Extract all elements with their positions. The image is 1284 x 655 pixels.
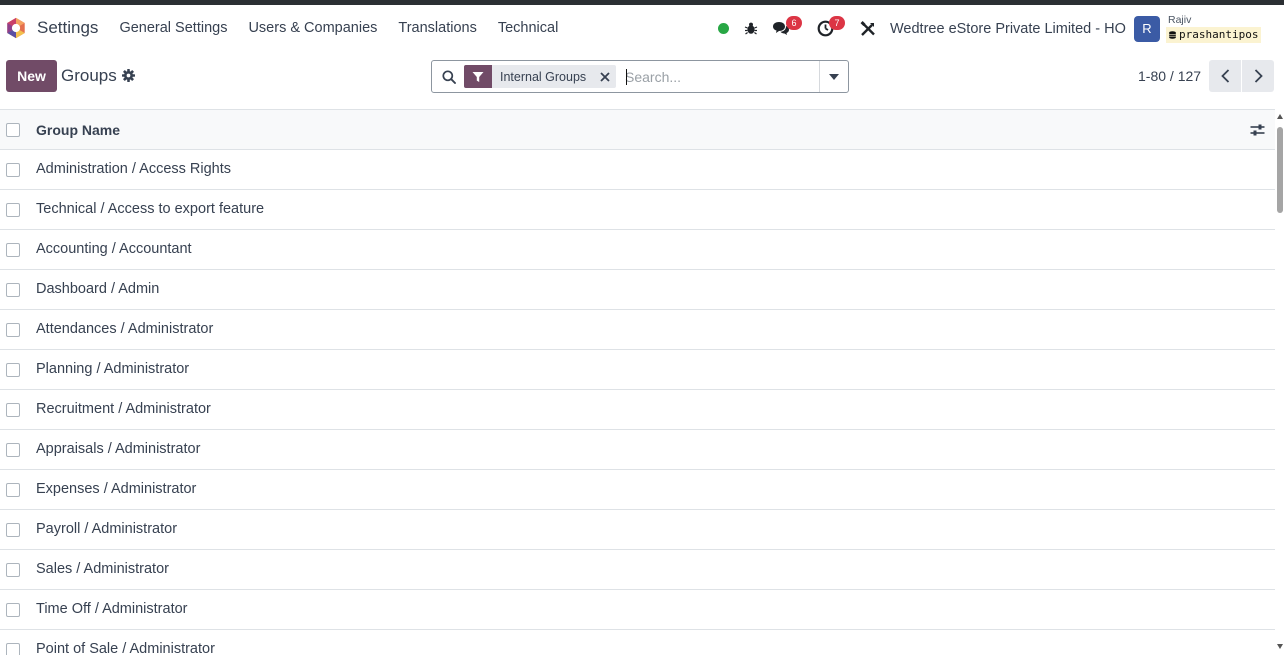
group-name-cell[interactable]: Dashboard / Admin	[36, 281, 159, 297]
group-name-cell[interactable]: Sales / Administrator	[36, 561, 169, 577]
table-row[interactable]: Point of Sale / Administrator	[0, 630, 1275, 655]
group-name-cell[interactable]: Appraisals / Administrator	[36, 441, 200, 457]
text-caret	[626, 69, 627, 85]
row-checkbox[interactable]	[6, 163, 20, 177]
menu-users-companies[interactable]: Users & Companies	[248, 20, 377, 36]
group-name-cell[interactable]: Point of Sale / Administrator	[36, 641, 215, 655]
search-options-toggle[interactable]	[819, 61, 848, 92]
group-name-cell[interactable]: Time Off / Administrator	[36, 601, 188, 617]
developer-tools-icon[interactable]	[860, 21, 876, 37]
table-row[interactable]: Accounting / Accountant	[0, 230, 1275, 270]
table-row[interactable]: Technical / Access to export feature	[0, 190, 1275, 230]
group-name-cell[interactable]: Expenses / Administrator	[36, 481, 196, 497]
search-input[interactable]	[625, 66, 815, 88]
app-logo-icon[interactable]	[5, 17, 27, 39]
column-header-group-name[interactable]: Group Name	[36, 122, 120, 138]
table-row[interactable]: Dashboard / Admin	[0, 270, 1275, 310]
row-checkbox[interactable]	[6, 643, 20, 655]
row-checkbox[interactable]	[6, 443, 20, 457]
app-brand[interactable]: Settings	[5, 17, 98, 39]
row-checkbox[interactable]	[6, 323, 20, 337]
table-row[interactable]: Recruitment / Administrator	[0, 390, 1275, 430]
database-badge: prashantipos	[1166, 27, 1262, 43]
group-name-cell[interactable]: Accounting / Accountant	[36, 241, 192, 257]
database-icon	[1169, 31, 1176, 39]
list-body: Administration / Access Rights Technical …	[0, 150, 1275, 655]
new-button[interactable]: New	[6, 60, 57, 92]
row-checkbox[interactable]	[6, 603, 20, 617]
scroll-up-arrow-icon[interactable]	[1277, 114, 1283, 119]
row-checkbox[interactable]	[6, 203, 20, 217]
groups-list: Group Name Administration / Access Right…	[0, 109, 1275, 655]
table-row[interactable]: Appraisals / Administrator	[0, 430, 1275, 470]
group-name-cell[interactable]: Recruitment / Administrator	[36, 401, 211, 417]
list-header: Group Name	[0, 110, 1275, 150]
group-name-cell[interactable]: Attendances / Administrator	[36, 321, 213, 337]
table-row[interactable]: Expenses / Administrator	[0, 470, 1275, 510]
table-row[interactable]: Sales / Administrator	[0, 550, 1275, 590]
pager-next-button[interactable]	[1242, 60, 1274, 92]
row-checkbox[interactable]	[6, 403, 20, 417]
group-name-cell[interactable]: Administration / Access Rights	[36, 161, 231, 177]
row-checkbox[interactable]	[6, 363, 20, 377]
menu-general-settings[interactable]: General Settings	[119, 20, 227, 36]
group-name-cell[interactable]: Technical / Access to export feature	[36, 201, 264, 217]
pager-value[interactable]: 1-80 / 127	[1138, 68, 1201, 84]
page-title: Groups	[61, 66, 117, 85]
chevron-left-icon	[1220, 69, 1229, 83]
row-checkbox[interactable]	[6, 243, 20, 257]
facet-label: Internal Groups	[500, 69, 587, 84]
table-row[interactable]: Planning / Administrator	[0, 350, 1275, 390]
table-row[interactable]: Time Off / Administrator	[0, 590, 1275, 630]
facet-remove-icon[interactable]	[594, 65, 616, 88]
user-name[interactable]: Rajiv	[1168, 14, 1191, 26]
database-name: prashantipos	[1179, 28, 1259, 41]
filter-icon	[464, 65, 492, 88]
row-checkbox[interactable]	[6, 563, 20, 577]
search-icon	[442, 70, 456, 84]
menu-translations[interactable]: Translations	[398, 20, 476, 36]
chevron-down-icon	[829, 73, 839, 80]
row-checkbox[interactable]	[6, 483, 20, 497]
table-row[interactable]: Attendances / Administrator	[0, 310, 1275, 350]
scroll-down-arrow-icon[interactable]	[1277, 644, 1283, 649]
table-row[interactable]: Payroll / Administrator	[0, 510, 1275, 550]
scrollbar-thumb[interactable]	[1277, 127, 1283, 213]
group-name-cell[interactable]: Planning / Administrator	[36, 361, 189, 377]
menu-technical[interactable]: Technical	[498, 20, 558, 36]
select-all-checkbox[interactable]	[6, 123, 20, 137]
row-checkbox[interactable]	[6, 523, 20, 537]
activities-badge: 7	[829, 16, 845, 30]
row-checkbox[interactable]	[6, 283, 20, 297]
optional-columns-icon[interactable]	[1250, 123, 1265, 137]
table-row[interactable]: Administration / Access Rights	[0, 150, 1275, 190]
user-avatar[interactable]: R	[1134, 16, 1160, 42]
search-box[interactable]: Internal Groups	[431, 60, 849, 93]
debug-bug-icon[interactable]	[744, 21, 758, 35]
gear-icon[interactable]	[122, 69, 135, 82]
app-name[interactable]: Settings	[37, 18, 98, 38]
chevron-right-icon	[1254, 69, 1263, 83]
search-facet[interactable]: Internal Groups	[464, 65, 617, 88]
presence-status-icon[interactable]	[718, 23, 729, 34]
group-name-cell[interactable]: Payroll / Administrator	[36, 521, 177, 537]
pager-previous-button[interactable]	[1209, 60, 1241, 92]
messages-badge: 6	[786, 16, 802, 30]
company-switcher[interactable]: Wedtree eStore Private Limited - HO	[890, 21, 1126, 37]
